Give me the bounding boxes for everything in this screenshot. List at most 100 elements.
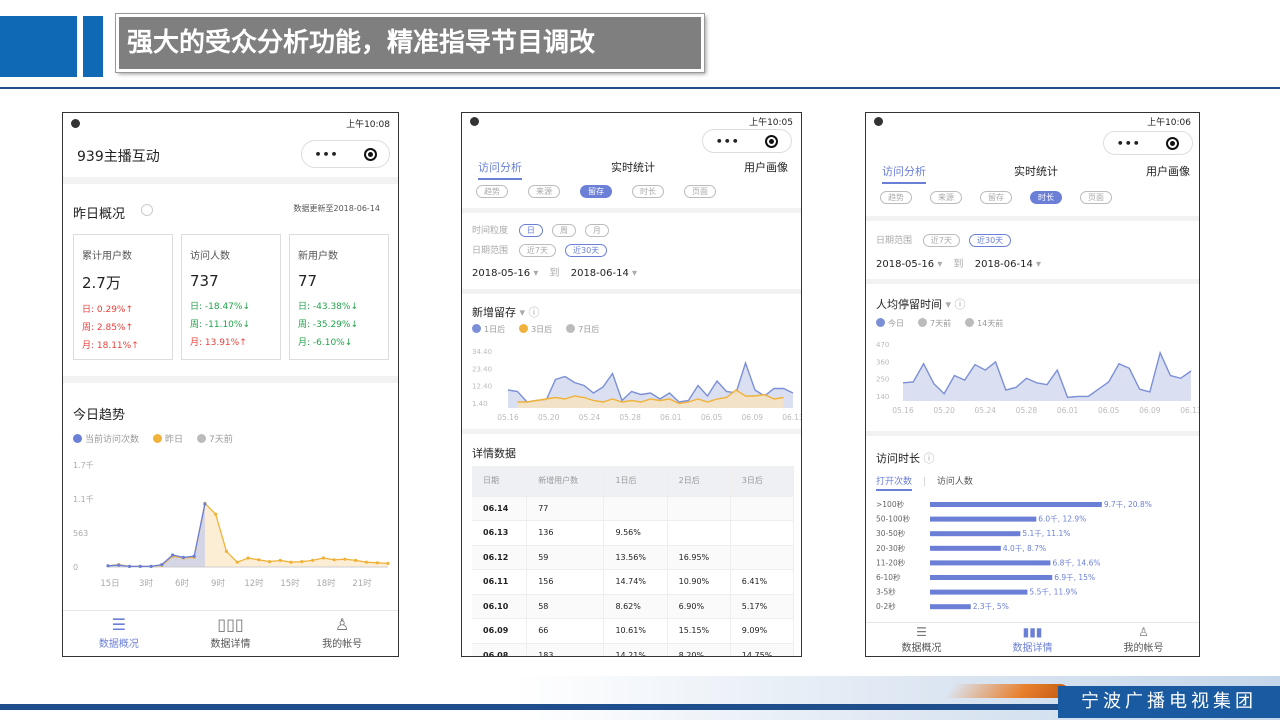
tab-realtime[interactable]: 实时统计	[1014, 163, 1058, 184]
subtab-pages[interactable]: 页面	[1080, 191, 1112, 204]
legend-item[interactable]: 今日	[876, 318, 904, 329]
granularity-week[interactable]: 周	[551, 224, 576, 237]
range-30-days[interactable]: 近30天	[564, 244, 608, 257]
legend-item[interactable]: 14天前	[965, 318, 1003, 329]
app-dot-icon	[874, 116, 883, 126]
y-tick-label: 1.1千	[73, 494, 94, 504]
info-icon[interactable]	[141, 204, 153, 216]
y-tick-label: 250	[876, 376, 889, 384]
legend-item[interactable]: 当前访问次数	[73, 432, 139, 445]
more-icon[interactable]: •••	[716, 135, 740, 148]
date-from[interactable]: 2018-05-16	[876, 259, 934, 270]
tab-overview[interactable]: ☰ 数据概况	[866, 623, 977, 656]
tab-visit-analysis[interactable]: 访问分析	[478, 159, 522, 180]
data-point	[246, 556, 250, 560]
phone-screenshot-overview: 上午10:08 939主播互动 ••• 昨日概况 数据更新至2018-06-14…	[62, 112, 399, 657]
table-cell: 5.17%	[730, 594, 795, 619]
table-header-row: 日期 新增用户数 1日后 2日后 3日后	[472, 466, 795, 497]
table-cell: 13.56%	[603, 545, 668, 570]
bar	[930, 531, 1021, 537]
menu-capsule[interactable]: •••	[1103, 131, 1193, 155]
bar	[930, 604, 971, 610]
granularity-day[interactable]: 日	[518, 224, 543, 237]
tab-bar: ☰ 数据概况 ▮▮▮ 数据详情 ♙ 我的帐号	[866, 622, 1199, 656]
close-target-icon[interactable]	[363, 147, 377, 161]
table-cell: 06.12	[472, 545, 528, 570]
table-cell: 156	[526, 569, 605, 595]
card-value: 737	[190, 272, 219, 290]
data-point	[117, 563, 121, 567]
legend-item[interactable]: 7天前	[918, 318, 951, 329]
tab-realtime[interactable]: 实时统计	[611, 159, 655, 180]
legend-item[interactable]: 昨日	[153, 432, 183, 445]
category-label: 20-30秒	[876, 543, 906, 553]
tab-details[interactable]: ▯▯▯ 数据详情	[175, 611, 287, 656]
bar	[930, 502, 1102, 507]
list-icon: ☰	[111, 615, 126, 634]
user-icon: ♙	[1138, 625, 1149, 639]
subtab-duration[interactable]: 时长	[1030, 191, 1062, 204]
x-tick-label: 05.28	[619, 413, 641, 422]
card-value: 77	[298, 272, 318, 290]
table-cell: 10.90%	[667, 569, 731, 595]
app-title: 939主播互动	[77, 149, 160, 165]
more-icon[interactable]: •••	[314, 148, 338, 161]
chart-legend: 当前访问次数 昨日 7天前	[73, 432, 233, 445]
bar	[930, 575, 1053, 580]
date-from[interactable]: 2018-05-16	[472, 268, 530, 279]
table-cell: 6.41%	[730, 569, 795, 595]
x-tick-label: 05.24	[579, 413, 601, 422]
date-to[interactable]: 2018-06-14	[975, 259, 1033, 270]
range-7-days[interactable]: 近7天	[922, 234, 960, 247]
tab-account[interactable]: ♙ 我的帐号	[286, 611, 398, 656]
bar-value-label: 6.9千, 15%	[1054, 572, 1095, 582]
range-30-days[interactable]: 近30天	[968, 234, 1012, 247]
table-cell: 06.14	[472, 496, 528, 521]
subtab-source[interactable]: 来源	[528, 185, 560, 198]
legend-item[interactable]: 7日后	[566, 324, 599, 335]
tab-overview[interactable]: ☰ 数据概况	[63, 611, 175, 656]
card-day: 日: 0.29%↑	[82, 305, 134, 315]
top-tabs: 访问分析 实时统计 用户画像	[882, 163, 1190, 184]
data-point	[235, 560, 239, 564]
legend-item[interactable]: 1日后	[472, 324, 505, 335]
subtab-trend[interactable]: 趋势	[476, 185, 508, 198]
tab-visit-analysis[interactable]: 访问分析	[882, 163, 926, 184]
date-to[interactable]: 2018-06-14	[571, 268, 629, 279]
legend-item[interactable]: 3日后	[519, 324, 552, 335]
range-7-days[interactable]: 近7天	[518, 244, 556, 257]
close-target-icon[interactable]	[1166, 136, 1180, 150]
y-tick-label: 470	[876, 341, 889, 349]
bar-value-label: 2.3千, 5%	[973, 601, 1009, 611]
subtab-retention[interactable]: 留存	[580, 185, 612, 198]
subtab-retention[interactable]: 留存	[980, 191, 1012, 204]
table-cell: 9.56%	[603, 520, 668, 546]
tab-user-profile[interactable]: 用户画像	[1146, 163, 1190, 184]
date-range-picker[interactable]: 2018-05-16 ▾ 到 2018-06-14 ▾	[472, 264, 637, 279]
tab-user-profile[interactable]: 用户画像	[744, 159, 788, 180]
duration-tab-opens[interactable]: 打开次数	[876, 477, 913, 491]
date-range-picker[interactable]: 2018-05-16 ▾ 到 2018-06-14 ▾	[876, 255, 1041, 270]
granularity-month[interactable]: 月	[584, 224, 609, 237]
table-cell: 06.09	[472, 618, 528, 644]
more-icon[interactable]: •••	[1117, 137, 1141, 150]
subtab-duration[interactable]: 时长	[632, 185, 664, 198]
subtab-source[interactable]: 来源	[930, 191, 962, 204]
close-target-icon[interactable]	[765, 134, 779, 148]
tab-details[interactable]: ▮▮▮ 数据详情	[977, 623, 1088, 656]
menu-capsule[interactable]: •••	[702, 129, 792, 153]
table-cell: 66	[526, 618, 605, 644]
card-month: 月: 13.91%↑	[190, 338, 247, 348]
header-accent-block	[0, 16, 77, 77]
table-cell: 3日后	[730, 466, 795, 497]
duration-tab-visitors[interactable]: 访问人数	[937, 477, 973, 487]
subtab-trend[interactable]: 趋势	[880, 191, 912, 204]
bar-value-label: 5.5千, 11.9%	[1029, 587, 1077, 597]
tab-account[interactable]: ♙ 我的帐号	[1088, 623, 1199, 656]
legend-item[interactable]: 7天前	[197, 432, 233, 445]
subtab-pages[interactable]: 页面	[684, 185, 716, 198]
y-tick-label: 1.7千	[73, 460, 94, 470]
x-tick-label: 05.20	[538, 413, 560, 422]
menu-capsule[interactable]: •••	[301, 140, 390, 168]
x-tick-label: 05.16	[497, 413, 519, 422]
